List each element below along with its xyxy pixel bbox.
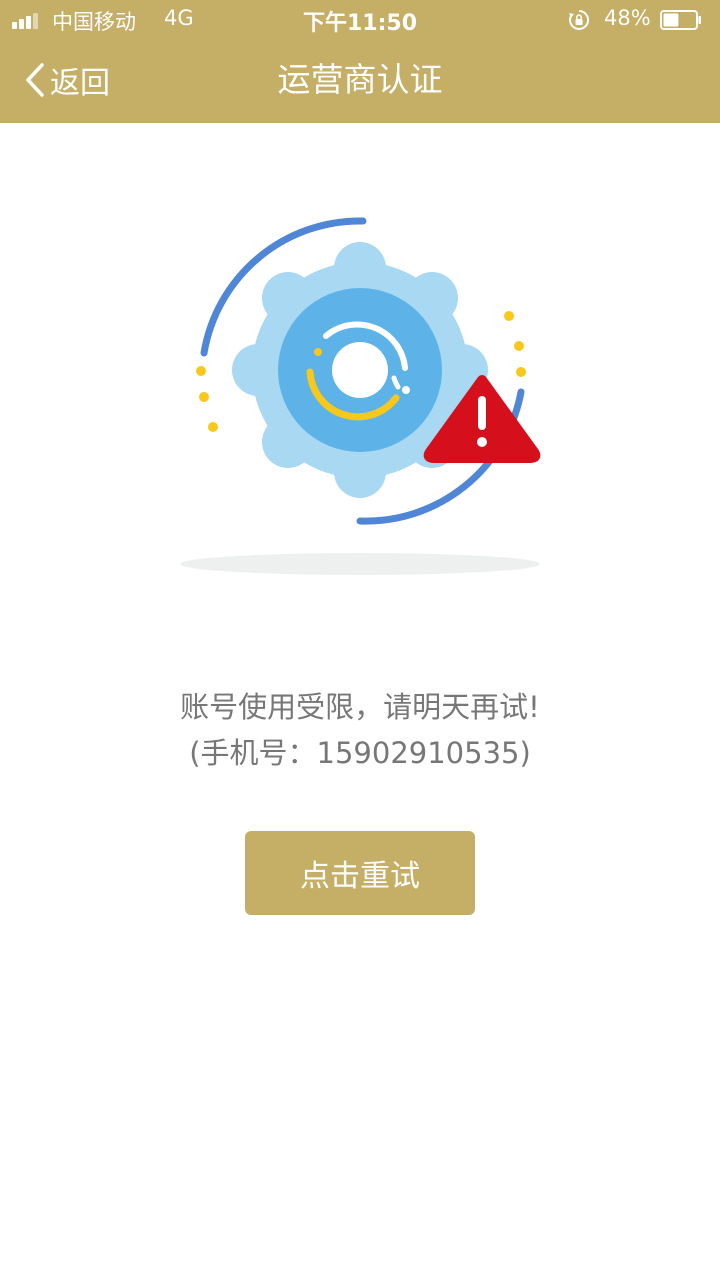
error-message-line2: (手机号：15902910535) <box>189 736 531 770</box>
battery-percent: 48% <box>604 6 651 30</box>
orientation-lock-icon <box>569 9 590 30</box>
chevron-left-icon <box>26 63 44 97</box>
top-bar: 中国移动 4G 下午11:50 48% 返回 运营商认证 <box>0 0 720 123</box>
back-button[interactable]: 返回 <box>24 58 110 102</box>
illustration-shadow <box>180 553 540 575</box>
retry-button[interactable]: 点击重试 <box>245 831 475 915</box>
error-message: 账号使用受限，请明天再试! (手机号：15902910535) <box>0 684 720 776</box>
gear-with-warning-icon <box>180 217 541 575</box>
battery-icon <box>660 10 701 30</box>
back-label: 返回 <box>50 66 110 101</box>
status-bar: 中国移动 4G 下午11:50 48% <box>0 0 720 40</box>
error-message-line1: 账号使用受限，请明天再试! <box>180 690 540 724</box>
